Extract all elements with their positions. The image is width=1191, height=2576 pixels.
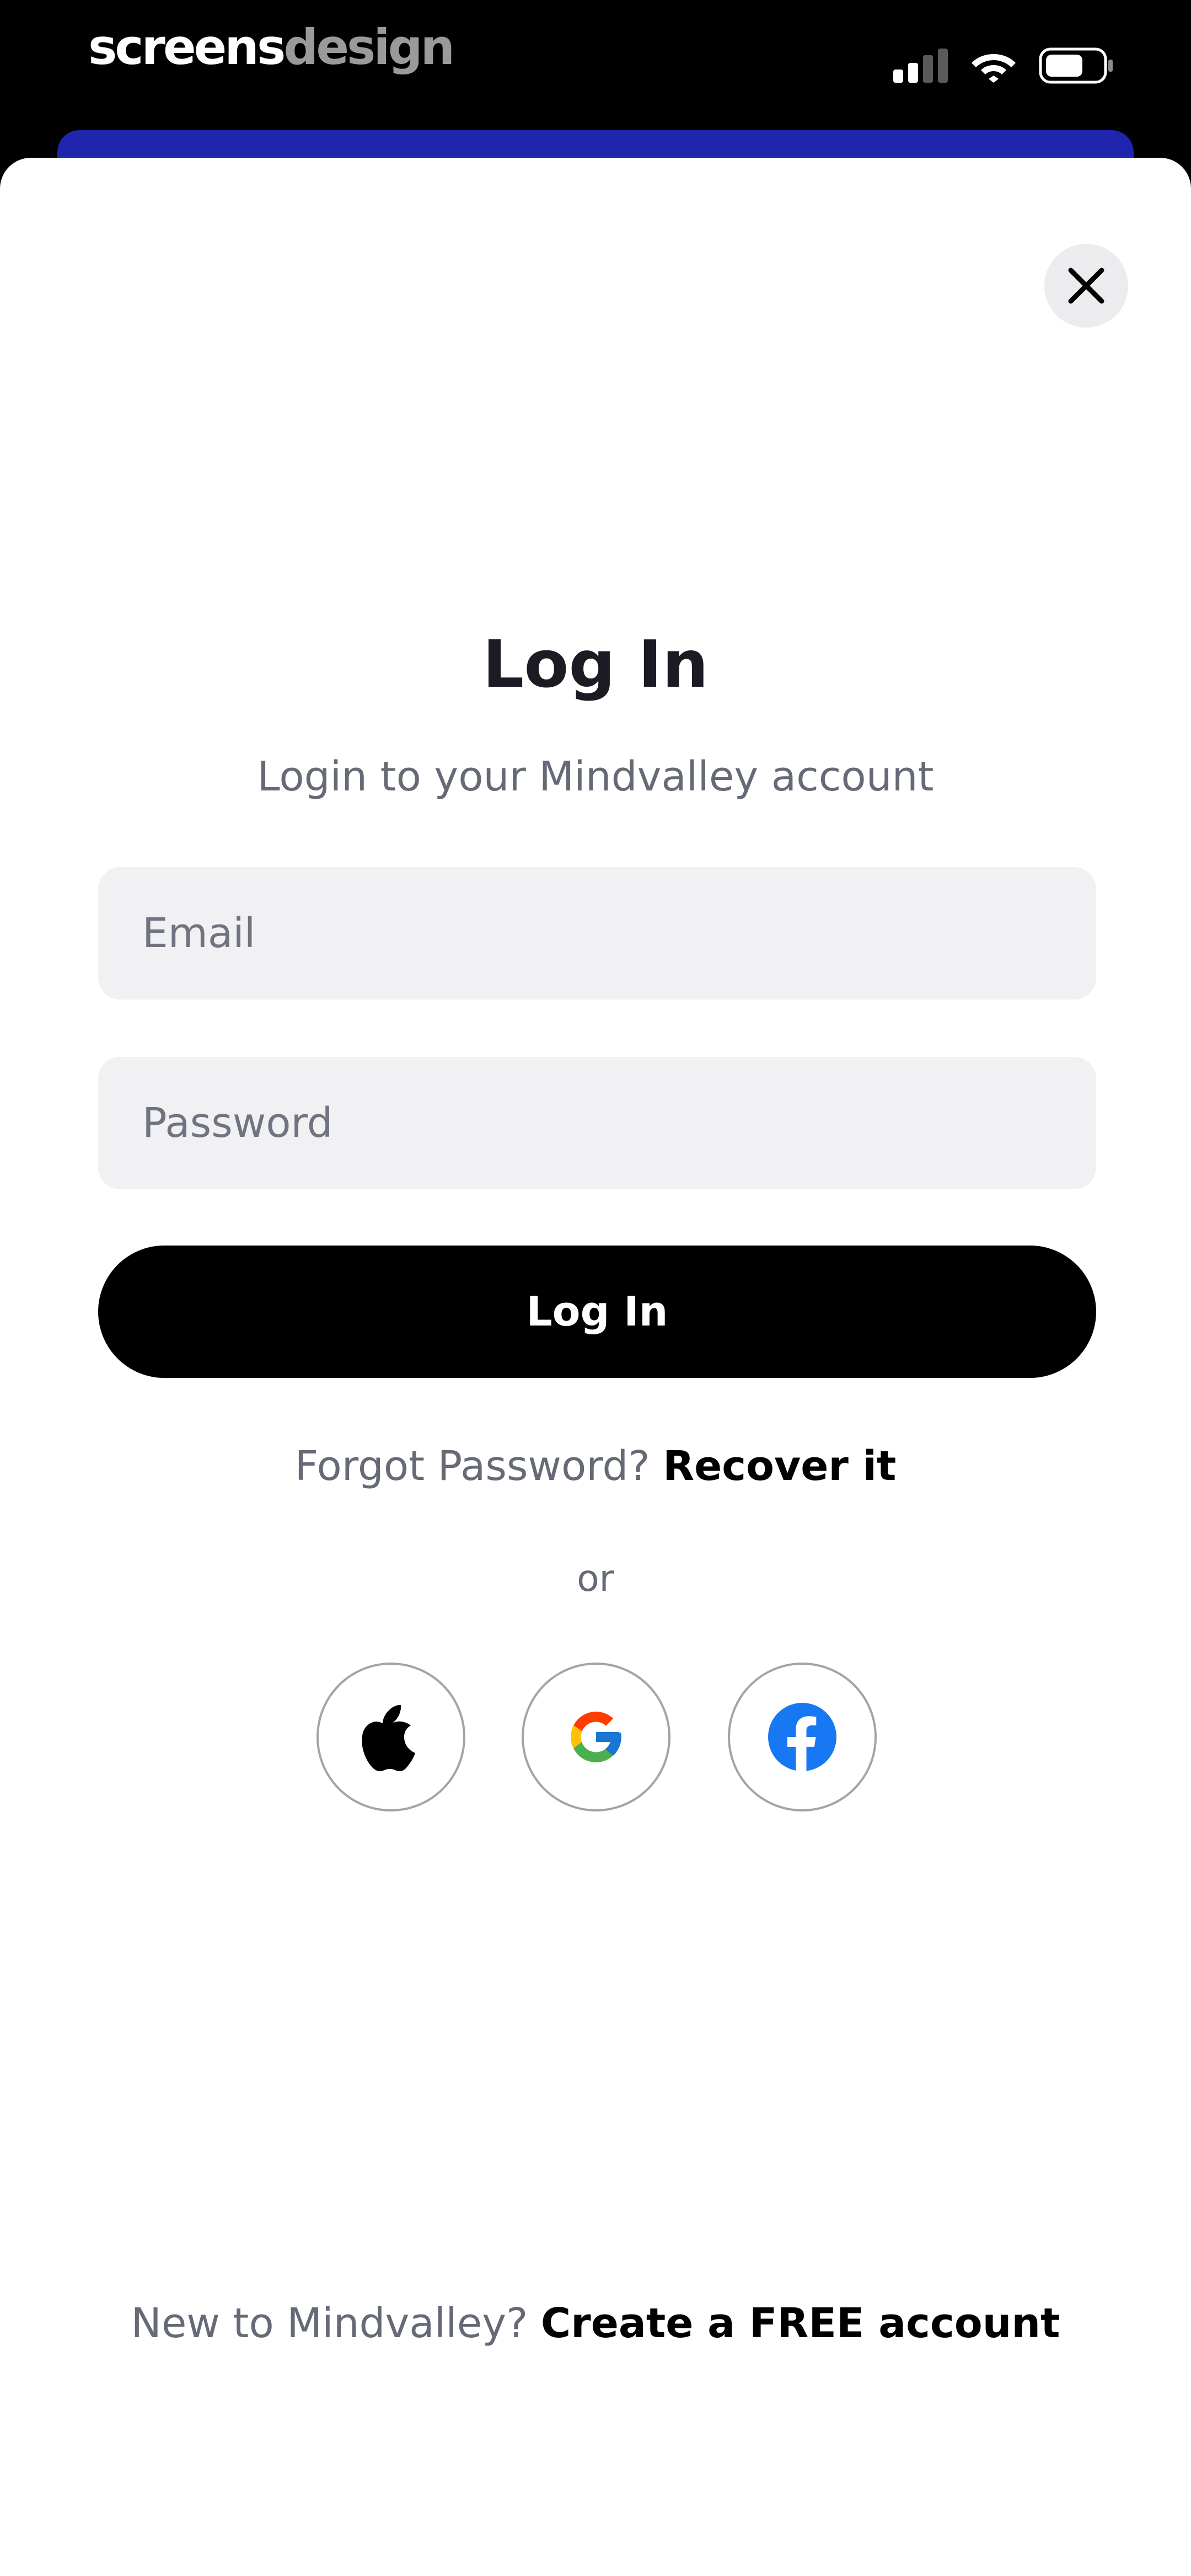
forgot-password-row: Forgot Password? Recover it <box>0 1444 1191 1489</box>
page-title: Log In <box>482 626 709 702</box>
status-bar: screensdesign <box>0 0 1191 132</box>
wifi-icon <box>972 54 1016 83</box>
signup-row: New to Mindvalley? Create a FREE account <box>0 2301 1191 2346</box>
facebook-icon <box>768 1703 836 1771</box>
cellular-signal-icon <box>893 49 948 83</box>
google-login-button[interactable] <box>522 1663 670 1811</box>
close-button[interactable] <box>1044 244 1128 328</box>
email-field[interactable] <box>98 867 1096 1000</box>
page-subtitle: Login to your Mindvalley account <box>257 753 934 800</box>
create-account-link[interactable]: Create a FREE account <box>541 2300 1060 2347</box>
close-icon <box>1068 268 1104 304</box>
or-divider: or <box>577 1557 614 1600</box>
apple-icon <box>362 1704 415 1771</box>
forgot-password-text: Forgot Password? <box>294 1442 650 1490</box>
battery-icon <box>1039 47 1113 84</box>
facebook-login-button[interactable] <box>728 1663 877 1811</box>
login-button[interactable]: Log In <box>98 1246 1096 1378</box>
recover-link[interactable]: Recover it <box>663 1442 896 1490</box>
password-field[interactable] <box>98 1057 1096 1189</box>
brand-logo-part2: design <box>283 19 455 76</box>
brand-logo: screensdesign <box>88 23 455 72</box>
brand-logo-part1: screens <box>88 19 286 76</box>
status-icons <box>893 47 1114 84</box>
google-icon <box>571 1712 621 1762</box>
signup-text: New to Mindvalley? <box>131 2300 528 2347</box>
apple-login-button[interactable] <box>316 1663 465 1811</box>
